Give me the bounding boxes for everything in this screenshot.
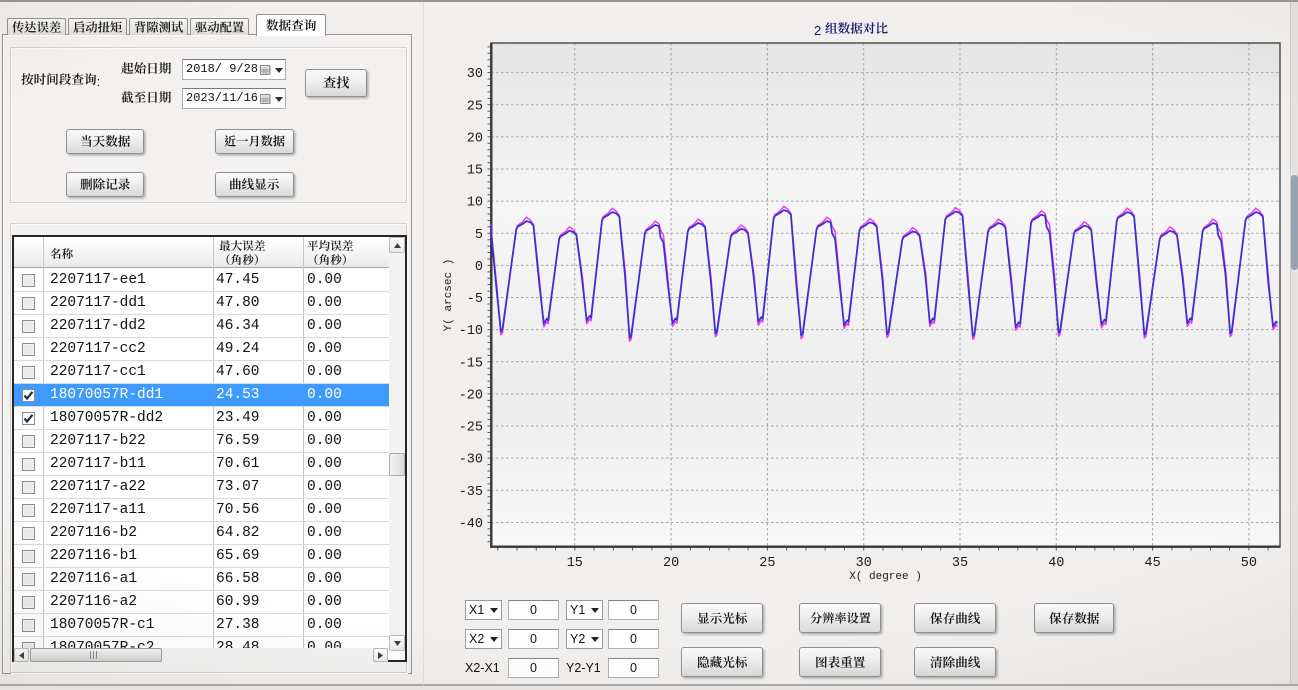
svg-text:-30: -30 xyxy=(459,453,483,468)
svg-text:-25: -25 xyxy=(459,421,483,436)
svg-text:-15: -15 xyxy=(459,356,483,371)
svg-text:35: 35 xyxy=(952,556,968,571)
svg-text:0: 0 xyxy=(475,260,483,275)
svg-text:25: 25 xyxy=(467,99,483,114)
svg-text:45: 45 xyxy=(1144,556,1160,571)
svg-text:-40: -40 xyxy=(459,517,483,532)
svg-text:20: 20 xyxy=(663,556,679,571)
svg-text:50: 50 xyxy=(1241,556,1257,571)
svg-text:10: 10 xyxy=(467,196,483,211)
svg-text:40: 40 xyxy=(1048,556,1064,571)
svg-text:-10: -10 xyxy=(459,324,483,339)
svg-text:30: 30 xyxy=(856,556,872,571)
svg-text:-5: -5 xyxy=(467,292,483,307)
svg-text:25: 25 xyxy=(759,556,775,571)
svg-text:15: 15 xyxy=(467,164,483,179)
svg-text:20: 20 xyxy=(467,131,483,146)
svg-text:5: 5 xyxy=(475,228,483,243)
svg-text:X( degree ): X( degree ) xyxy=(849,571,922,583)
svg-text:15: 15 xyxy=(567,556,583,571)
svg-text:30: 30 xyxy=(467,67,483,82)
svg-text:-35: -35 xyxy=(459,485,483,500)
svg-text:-20: -20 xyxy=(459,388,483,403)
svg-text:Y( arcsec ): Y( arcsec ) xyxy=(443,259,455,332)
